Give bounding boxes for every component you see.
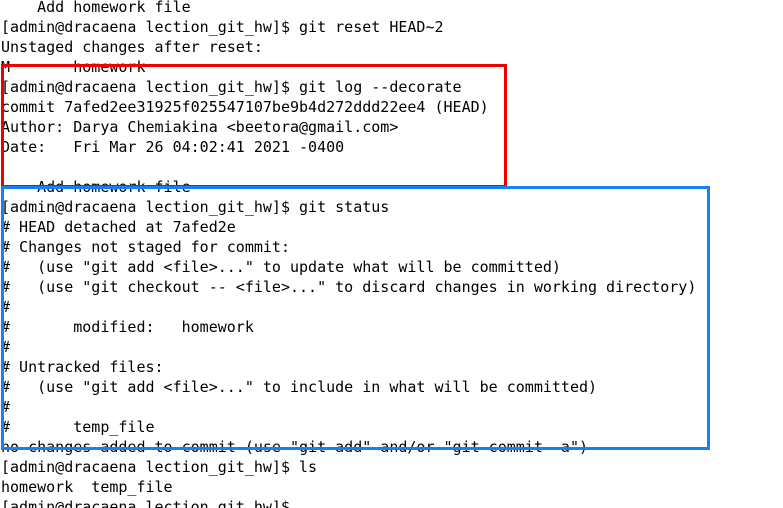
output-line: # HEAD detached at 7afed2e [1, 218, 236, 236]
output-line: # temp_file [1, 418, 155, 436]
output-line: Unstaged changes after reset: [1, 38, 263, 56]
output-line: Add homework file [1, 178, 191, 196]
command-line: [admin@dracaena lection_git_hw]$ git log… [1, 78, 462, 96]
output-line: # [1, 398, 11, 416]
output-line: # [1, 298, 11, 316]
output-line: Add homework file [1, 0, 191, 16]
output-line: # Untracked files: [1, 358, 164, 376]
output-line: no changes added to commit (use "git add… [1, 438, 588, 456]
command-line: [admin@dracaena lection_git_hw]$ git sta… [1, 198, 390, 216]
output-line: # (use "git add <file>..." to update wha… [1, 258, 561, 276]
command-line: [admin@dracaena lection_git_hw]$ git res… [1, 18, 444, 36]
output-line: # (use "git add <file>..." to include in… [1, 378, 598, 396]
prompt-line: [admin@dracaena lection_git_hw]$ [1, 498, 290, 508]
output-line: homework temp_file [1, 478, 173, 496]
output-line: # Changes not staged for commit: [1, 238, 290, 256]
output-line: # (use "git checkout -- <file>..." to di… [1, 278, 697, 296]
terminal-output: Add homework file [admin@dracaena lectio… [1, 0, 696, 508]
output-line: M homework [1, 58, 146, 76]
output-line: # [1, 338, 11, 356]
output-line: # modified: homework [1, 318, 254, 336]
output-line: Date: Fri Mar 26 04:02:41 2021 -0400 [1, 138, 345, 156]
output-line: Author: Darya Chemiakina <beetora@gmail.… [1, 118, 399, 136]
terminal-window[interactable]: Add homework file [admin@dracaena lectio… [0, 0, 783, 508]
command-line: [admin@dracaena lection_git_hw]$ ls [1, 458, 318, 476]
output-line: commit 7afed2ee31925f025547107be9b4d272d… [1, 98, 489, 116]
